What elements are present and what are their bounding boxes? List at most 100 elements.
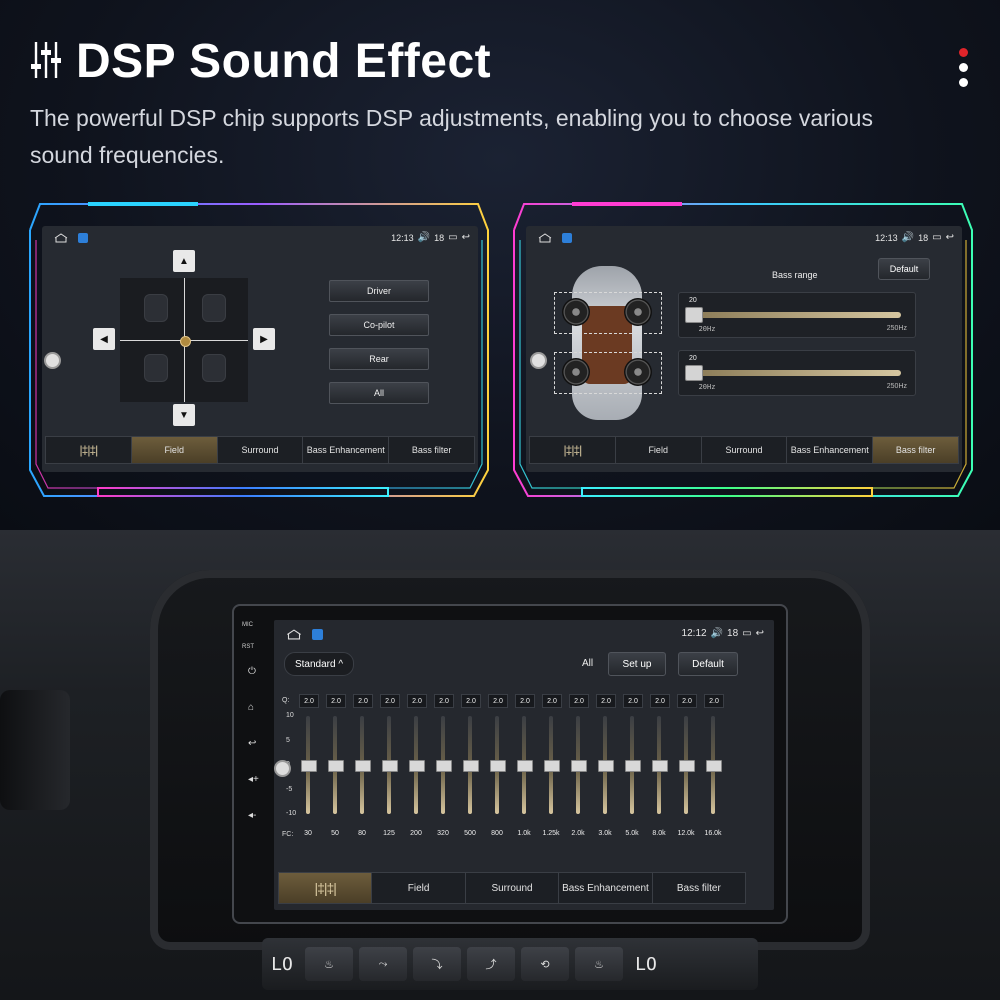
- tab-eq[interactable]: |‡|‡|: [279, 873, 373, 903]
- band-slider-thumb[interactable]: [652, 760, 668, 772]
- tab-bass-enhancement[interactable]: Bass Enhancement: [303, 437, 390, 463]
- band-q-value[interactable]: 2.0: [326, 694, 346, 708]
- assistive-touch-button[interactable]: [530, 352, 547, 369]
- down-arrow-button[interactable]: ▼: [173, 404, 195, 426]
- band-slider-thumb[interactable]: [382, 760, 398, 772]
- back-icon[interactable]: ↩: [248, 738, 256, 749]
- tab-bass-filter[interactable]: Bass filter: [873, 437, 958, 463]
- volume-icon[interactable]: 🔊: [902, 232, 914, 243]
- band-slider-thumb[interactable]: [571, 760, 587, 772]
- up-arrow-button[interactable]: ▲: [173, 250, 195, 272]
- page-indicator[interactable]: [959, 48, 971, 93]
- band-q-value[interactable]: 2.0: [380, 694, 400, 708]
- tab-surround[interactable]: Surround: [466, 873, 560, 903]
- band-q-value[interactable]: 2.0: [623, 694, 643, 708]
- band-slider-thumb[interactable]: [679, 760, 695, 772]
- band-q-value[interactable]: 2.0: [542, 694, 562, 708]
- volume-icon[interactable]: 🔊: [418, 232, 430, 243]
- band-slider-thumb[interactable]: [517, 760, 533, 772]
- co-pilot-button[interactable]: Co-pilot: [329, 314, 429, 336]
- band-q-value[interactable]: 2.0: [434, 694, 454, 708]
- band-q-value[interactable]: 2.0: [677, 694, 697, 708]
- band-slider-thumb[interactable]: [598, 760, 614, 772]
- tab-bass-enhancement[interactable]: Bass Enhancement: [559, 873, 653, 903]
- bass-range-slider-rear[interactable]: 20 20Hz 250Hz: [678, 350, 916, 396]
- all-button[interactable]: All: [329, 382, 429, 404]
- tab-field[interactable]: Field: [131, 437, 218, 463]
- slider-track[interactable]: [691, 370, 901, 376]
- band-slider-thumb[interactable]: [490, 760, 506, 772]
- tab-surround[interactable]: Surround: [218, 437, 304, 463]
- airflow-feet-button[interactable]: ⤵: [413, 947, 461, 981]
- default-button[interactable]: Default: [878, 258, 930, 280]
- app-icon[interactable]: [312, 629, 323, 640]
- assistive-touch-button[interactable]: [44, 352, 61, 369]
- tab-eq[interactable]: |‡|‡|: [530, 437, 616, 463]
- band-slider-thumb[interactable]: [355, 760, 371, 772]
- bass-range-slider-front[interactable]: 20 20Hz 250Hz: [678, 292, 916, 338]
- tab-field[interactable]: Field: [616, 437, 702, 463]
- window-icon[interactable]: ▭: [742, 628, 751, 639]
- band-slider-thumb[interactable]: [301, 760, 317, 772]
- band-slider-thumb[interactable]: [625, 760, 641, 772]
- home-icon[interactable]: ⌂: [248, 702, 254, 713]
- home-icon[interactable]: [538, 233, 552, 243]
- page-dot[interactable]: [959, 63, 968, 72]
- setup-button[interactable]: Set up: [608, 652, 666, 676]
- preset-dropdown[interactable]: Standard ^: [284, 652, 354, 676]
- back-icon[interactable]: ↩: [946, 232, 954, 243]
- band-slider-thumb[interactable]: [706, 760, 722, 772]
- band-q-value[interactable]: 2.0: [704, 694, 724, 708]
- tab-bass-filter[interactable]: Bass filter: [389, 437, 474, 463]
- band-slider-thumb[interactable]: [436, 760, 452, 772]
- band-q-value[interactable]: 2.0: [650, 694, 670, 708]
- volume-down-icon[interactable]: ◂-: [248, 810, 256, 821]
- home-icon[interactable]: [54, 233, 68, 243]
- app-icon[interactable]: [78, 233, 88, 243]
- band-slider-thumb[interactable]: [409, 760, 425, 772]
- slider-track[interactable]: [691, 312, 901, 318]
- airflow-seat-button[interactable]: ⤳: [359, 947, 407, 981]
- rear-button[interactable]: Rear: [329, 348, 429, 370]
- right-arrow-button[interactable]: ▶: [253, 328, 275, 350]
- tab-bass-filter[interactable]: Bass filter: [653, 873, 745, 903]
- band-slider-thumb[interactable]: [463, 760, 479, 772]
- band-q-value[interactable]: 2.0: [569, 694, 589, 708]
- band-q-value[interactable]: 2.0: [407, 694, 427, 708]
- tab-surround[interactable]: Surround: [702, 437, 788, 463]
- tab-bass-enhancement[interactable]: Bass Enhancement: [787, 437, 874, 463]
- recirculation-button[interactable]: ⟲: [521, 947, 569, 981]
- default-button[interactable]: Default: [678, 652, 738, 676]
- band-q-value[interactable]: 2.0: [515, 694, 535, 708]
- page-dot-active[interactable]: [959, 48, 968, 57]
- left-arrow-button[interactable]: ◀: [93, 328, 115, 350]
- band-slider-thumb[interactable]: [328, 760, 344, 772]
- back-icon[interactable]: ↩: [756, 628, 764, 639]
- band-slider-thumb[interactable]: [544, 760, 560, 772]
- volume-icon[interactable]: 🔊: [711, 628, 723, 639]
- tab-eq[interactable]: |‡|‡|: [46, 437, 132, 463]
- band-q-value[interactable]: 2.0: [353, 694, 373, 708]
- page-dot[interactable]: [959, 78, 968, 87]
- assistive-touch-button[interactable]: [274, 760, 291, 777]
- band-q-value[interactable]: 2.0: [299, 694, 319, 708]
- seat-heat-left-button[interactable]: ♨: [305, 947, 353, 981]
- home-icon[interactable]: [286, 629, 302, 640]
- window-icon[interactable]: ▭: [932, 232, 941, 243]
- window-icon[interactable]: ▭: [448, 232, 457, 243]
- airflow-face-button[interactable]: ⤴: [467, 947, 515, 981]
- band-q-value[interactable]: 2.0: [461, 694, 481, 708]
- volume-up-icon[interactable]: ◂+: [248, 774, 259, 785]
- slider-thumb[interactable]: [685, 307, 703, 323]
- tab-field[interactable]: Field: [372, 873, 466, 903]
- driver-button[interactable]: Driver: [329, 280, 429, 302]
- back-icon[interactable]: ↩: [462, 232, 470, 243]
- sound-focus-handle[interactable]: [180, 336, 191, 347]
- band-q-value[interactable]: 2.0: [488, 694, 508, 708]
- all-label[interactable]: All: [582, 658, 593, 669]
- slider-thumb[interactable]: [685, 365, 703, 381]
- band-q-value[interactable]: 2.0: [596, 694, 616, 708]
- seat-heat-right-button[interactable]: ♨: [575, 947, 623, 981]
- power-icon[interactable]: ⏻: [248, 666, 256, 677]
- app-icon[interactable]: [562, 233, 572, 243]
